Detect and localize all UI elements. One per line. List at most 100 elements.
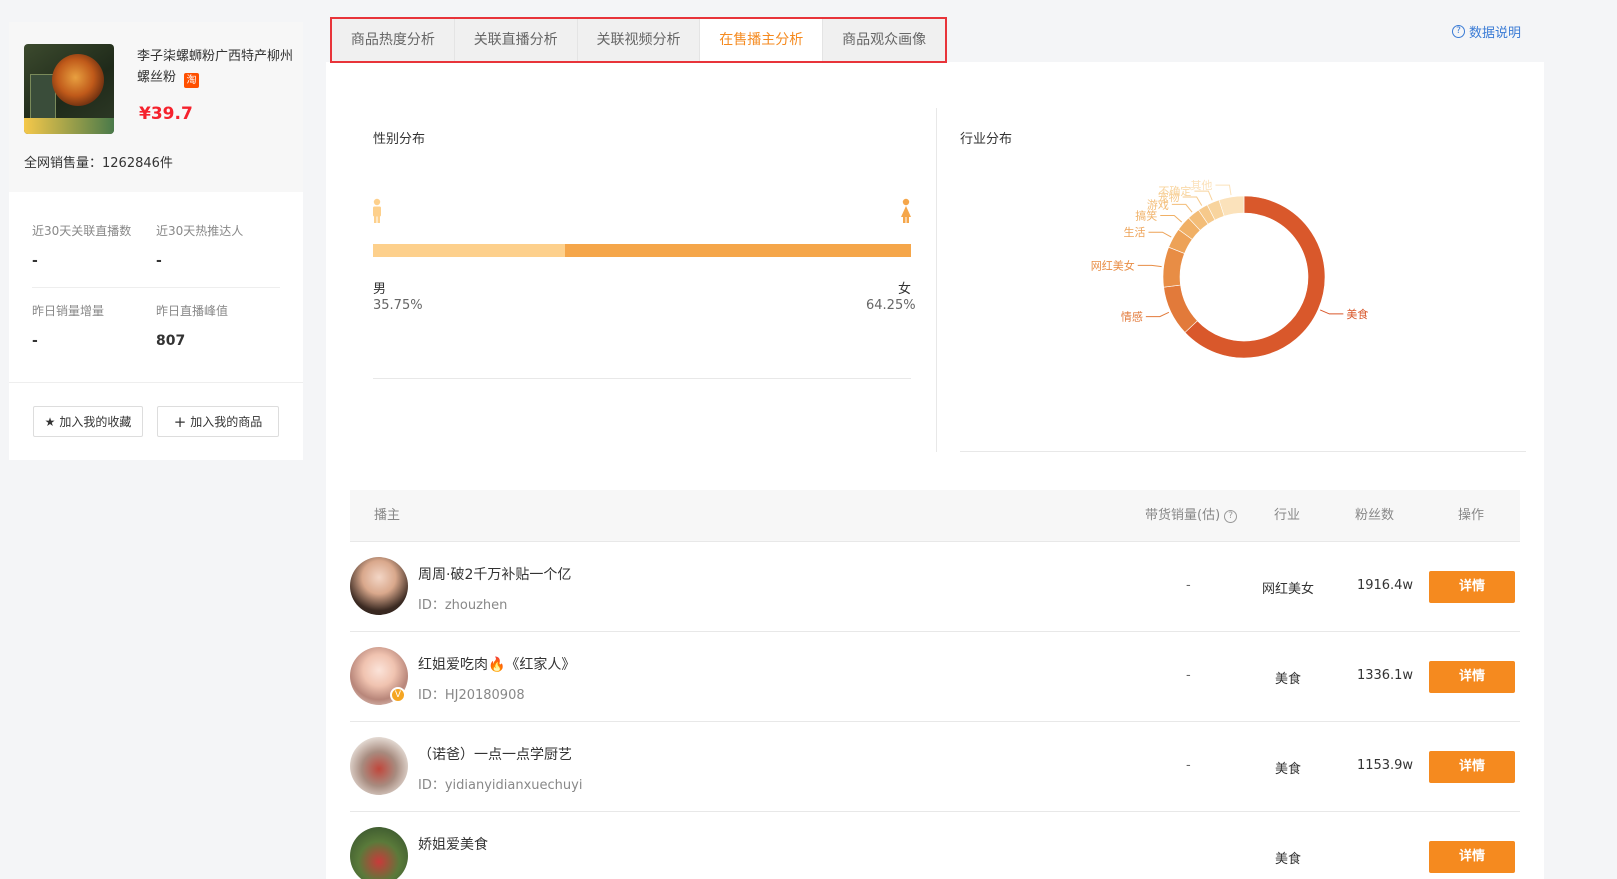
anchor-sales: - — [1186, 578, 1191, 593]
donut-leader-line — [1160, 214, 1183, 223]
product-dish — [52, 54, 104, 106]
donut-leader-line — [1145, 311, 1170, 318]
donut-leader-line — [1137, 264, 1162, 268]
anchor-id: ID：yidianyidianxuechuyi — [418, 778, 583, 793]
stat-label: 昨日销量增量 — [32, 304, 105, 318]
total-sales: 全网销售量：1262846件 — [24, 156, 173, 171]
add-product-label: 加入我的商品 — [190, 415, 263, 429]
donut-slice[interactable] — [1163, 284, 1198, 333]
donut-slice[interactable] — [1162, 246, 1185, 288]
donut-leader-line — [1171, 203, 1193, 213]
male-label: 男 — [373, 282, 387, 297]
anchor-name[interactable]: （诺爸）一点一点学厨艺 — [418, 744, 572, 764]
stat-hot-influencers: 近30天热推达人 - — [156, 222, 276, 269]
product-title-text: 李子柒螺蛳粉广西特产柳州螺丝粉 — [137, 49, 294, 85]
tab-selling-anchors[interactable]: 在售播主分析 — [700, 19, 824, 61]
header-sales: 带货销量(估) ? — [1145, 490, 1238, 542]
donut-leader-line — [1319, 309, 1344, 315]
anchor-sales: - — [1186, 758, 1191, 773]
product-price: ¥39.7 — [139, 104, 193, 124]
verified-badge-icon: V — [390, 687, 406, 703]
donut-label: 生活 — [1124, 225, 1146, 239]
stat-label: 近30天关联直播数 — [32, 224, 132, 238]
industry-title: 行业分布 — [960, 132, 1013, 147]
add-favorite-button[interactable]: ★ 加入我的收藏 — [33, 406, 143, 437]
anchor-industry: 美食 — [1274, 852, 1301, 867]
female-label: 女 — [898, 282, 912, 297]
stat-value: - — [32, 333, 38, 349]
table-row: 娇姐爱美食 美食 详情 — [350, 812, 1520, 879]
female-bar — [565, 244, 911, 257]
female-icon — [901, 198, 911, 223]
anchor-industry: 美食 — [1274, 762, 1301, 777]
help-icon: ? — [1452, 25, 1465, 38]
stat-label: 近30天热推达人 — [156, 224, 244, 238]
header-sales-label: 带货销量(估) — [1145, 508, 1221, 523]
anchor-name[interactable]: 娇姐爱美食 — [418, 834, 488, 854]
tab-related-video[interactable]: 关联视频分析 — [578, 19, 701, 61]
donut-label: 美食 — [1346, 307, 1368, 321]
stat-value: 807 — [156, 333, 186, 349]
detail-button[interactable]: 详情 — [1429, 571, 1515, 603]
data-help-link[interactable]: ? 数据说明 — [1452, 22, 1521, 41]
table-row: V 红姐爱吃肉🔥《红家人》 ID：HJ20180908 - 美食 1336.1w… — [350, 632, 1520, 722]
donut-label: 网红美女 — [1091, 258, 1135, 272]
star-icon: ★ — [44, 414, 56, 429]
detail-button[interactable]: 详情 — [1429, 751, 1515, 783]
product-title[interactable]: 李子柒螺蛳粉广西特产柳州螺丝粉淘 — [137, 46, 293, 88]
divider — [32, 287, 280, 288]
plus-icon: + — [173, 412, 187, 431]
donut-label: 情感 — [1121, 311, 1143, 324]
male-icon — [373, 198, 381, 223]
gender-bar — [373, 244, 911, 257]
anchor-fans: 1916.4w — [1356, 578, 1414, 593]
header-anchor: 播主 — [374, 508, 401, 523]
header-action: 操作 — [1458, 508, 1485, 523]
add-product-button[interactable]: + 加入我的商品 — [157, 406, 279, 437]
product-card: 李子柒螺蛳粉广西特产柳州螺丝粉淘 ¥39.7 全网销售量：1262846件 近3… — [9, 22, 303, 460]
stat-yesterday-peak: 昨日直播峰值 807 — [156, 302, 276, 349]
header-fans: 粉丝数 — [1355, 508, 1395, 523]
male-percentage: 35.75% — [373, 298, 423, 313]
detail-button[interactable]: 详情 — [1429, 661, 1515, 693]
donut-leader-line — [1148, 231, 1172, 238]
female-percentage: 64.25% — [866, 298, 916, 313]
anchor-id: ID：zhouzhen — [418, 598, 508, 613]
header-industry: 行业 — [1274, 508, 1301, 523]
anchor-fans: 1153.9w — [1356, 758, 1414, 773]
divider — [960, 451, 1526, 452]
table-row: 周周·破2千万补贴一个亿 ID：zhouzhen - 网红美女 1916.4w … — [350, 542, 1520, 632]
stat-yesterday-sales: 昨日销量增量 - — [32, 302, 152, 349]
donut-leader-line — [1194, 190, 1213, 201]
tab-product-heat[interactable]: 商品热度分析 — [332, 19, 455, 61]
product-image[interactable] — [24, 44, 114, 134]
divider — [9, 382, 303, 383]
anchor-industry: 网红美女 — [1261, 582, 1314, 597]
analysis-tabs: 商品热度分析 关联直播分析 关联视频分析 在售播主分析 商品观众画像 — [330, 17, 947, 63]
male-bar — [373, 244, 566, 257]
stat-value: - — [32, 253, 38, 269]
anchor-name[interactable]: 红姐爱吃肉🔥《红家人》 — [418, 654, 575, 674]
stat-label: 昨日直播峰值 — [156, 304, 229, 318]
tab-related-live[interactable]: 关联直播分析 — [455, 19, 578, 61]
anchor-sales: - — [1186, 668, 1191, 683]
tab-audience-profile[interactable]: 商品观众画像 — [823, 19, 945, 61]
help-icon[interactable]: ? — [1224, 509, 1238, 523]
avatar[interactable] — [350, 737, 408, 795]
product-summary: 李子柒螺蛳粉广西特产柳州螺丝粉淘 ¥39.7 全网销售量：1262846件 — [9, 22, 303, 192]
gender-title: 性别分布 — [373, 132, 426, 147]
anchor-fans: 1336.1w — [1356, 668, 1414, 683]
divider — [936, 108, 937, 452]
add-favorite-label: 加入我的收藏 — [59, 415, 132, 429]
anchor-industry: 美食 — [1274, 672, 1301, 687]
taobao-icon: 淘 — [184, 73, 200, 88]
detail-button[interactable]: 详情 — [1429, 841, 1515, 873]
anchor-name[interactable]: 周周·破2千万补贴一个亿 — [418, 564, 571, 584]
table-header: 播主 带货销量(估) ? 行业 粉丝数 操作 — [350, 490, 1520, 542]
avatar[interactable] — [350, 557, 408, 615]
avatar[interactable] — [350, 827, 408, 879]
analysis-panel: 性别分布 男 35.75% 女 64.25% 行业分布 美食 情感 网红美女 生活 搞笑… — [326, 62, 1544, 879]
donut-leader-line — [1215, 184, 1232, 196]
stat-value: - — [156, 253, 162, 269]
donut-label: 其他 — [1190, 179, 1212, 192]
